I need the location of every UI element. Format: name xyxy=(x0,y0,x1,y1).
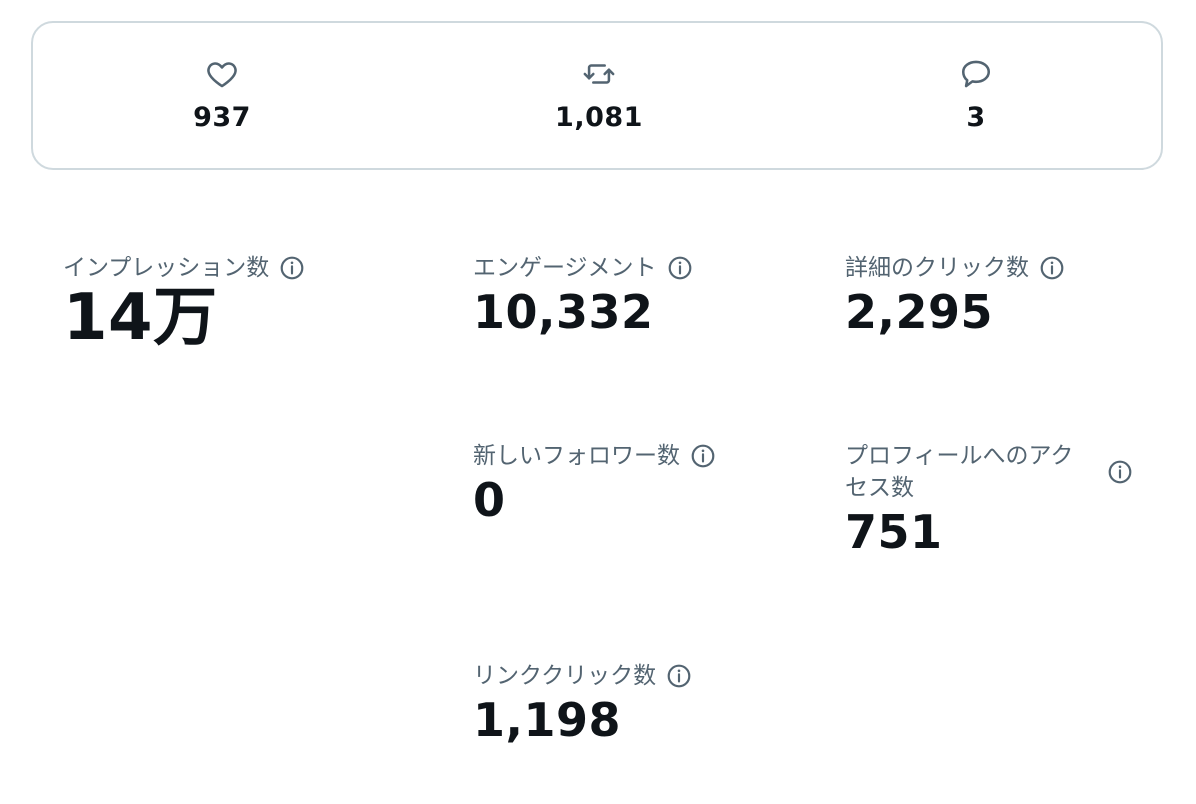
info-icon[interactable] xyxy=(667,255,693,281)
profile-visits-value: 751 xyxy=(845,505,943,559)
new-followers-label: 新しいフォロワー数 xyxy=(473,443,680,469)
new-followers-value: 0 xyxy=(473,473,506,527)
info-icon[interactable] xyxy=(279,255,305,281)
likes-stat[interactable]: 937 xyxy=(142,57,302,133)
repost-icon xyxy=(582,57,616,91)
info-icon[interactable] xyxy=(690,443,716,469)
replies-count: 3 xyxy=(966,102,986,133)
detail-clicks-value: 2,295 xyxy=(845,285,994,339)
info-icon[interactable] xyxy=(1039,255,1065,281)
heart-icon xyxy=(205,57,239,91)
likes-count: 937 xyxy=(193,102,251,133)
engagements-metric: エンゲージメント 10,332 xyxy=(473,252,693,338)
reposts-count: 1,081 xyxy=(555,102,643,133)
detail-clicks-label: 詳細のクリック数 xyxy=(845,255,1029,281)
info-icon[interactable] xyxy=(1107,459,1133,485)
impressions-label: インプレッション数 xyxy=(63,255,270,281)
link-clicks-metric: リンククリック数 1,198 xyxy=(473,660,692,746)
impressions-metric: インプレッション数 14万 xyxy=(63,252,305,354)
engagements-value: 10,332 xyxy=(473,285,654,339)
profile-visits-label: プロフィールへのアクセス数 xyxy=(845,443,1074,501)
link-clicks-label: リンククリック数 xyxy=(473,663,657,689)
profile-visits-metric: プロフィールへのアクセス数 751 xyxy=(845,440,1133,558)
reposts-stat[interactable]: 1,081 xyxy=(519,57,679,133)
link-clicks-value: 1,198 xyxy=(473,693,622,747)
engagements-label: エンゲージメント xyxy=(473,255,657,281)
replies-stat[interactable]: 3 xyxy=(896,57,1056,133)
reply-icon xyxy=(959,57,993,91)
impressions-value: 14万 xyxy=(63,281,218,355)
engagement-summary-card: 937 1,081 3 xyxy=(31,21,1163,170)
detail-clicks-metric: 詳細のクリック数 2,295 xyxy=(845,252,1065,338)
new-followers-metric: 新しいフォロワー数 0 xyxy=(473,440,716,526)
info-icon[interactable] xyxy=(666,663,692,689)
